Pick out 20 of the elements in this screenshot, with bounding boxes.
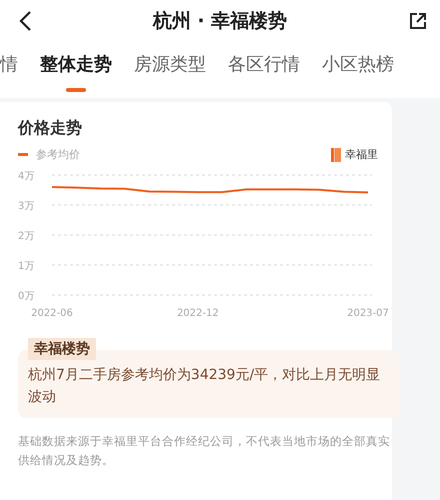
x-tick-label: 2022-06: [31, 308, 73, 319]
tab[interactable]: 各区行情: [228, 52, 300, 94]
tab[interactable]: 小区热榜: [322, 52, 394, 94]
legend-label: 参考均价: [36, 147, 80, 162]
card-title: 价格走势: [18, 118, 83, 139]
y-tick-label: 1万: [18, 261, 34, 272]
brand-name: 幸福里: [345, 147, 378, 162]
brand-logo-icon: [331, 148, 341, 162]
tab[interactable]: 房源类型: [134, 52, 206, 94]
tab[interactable]: 整体走势: [40, 52, 112, 94]
footnote: 基础数据来源于幸福里平台合作经纪公司，不代表当地市场的全部真实供给情况及趋势。: [18, 433, 391, 469]
y-tick-label: 0万: [18, 291, 34, 302]
share-icon[interactable]: [408, 11, 428, 31]
y-tick-label: 2万: [18, 231, 34, 242]
y-tick-label: 3万: [18, 201, 34, 212]
x-tick-label: 2022-12: [176, 308, 219, 319]
y-tick-label: 4万: [18, 171, 34, 182]
back-icon[interactable]: [18, 10, 32, 32]
page-title: 杭州 · 幸福楼势: [152, 9, 288, 34]
x-tick-label: 2023-07: [347, 308, 389, 319]
